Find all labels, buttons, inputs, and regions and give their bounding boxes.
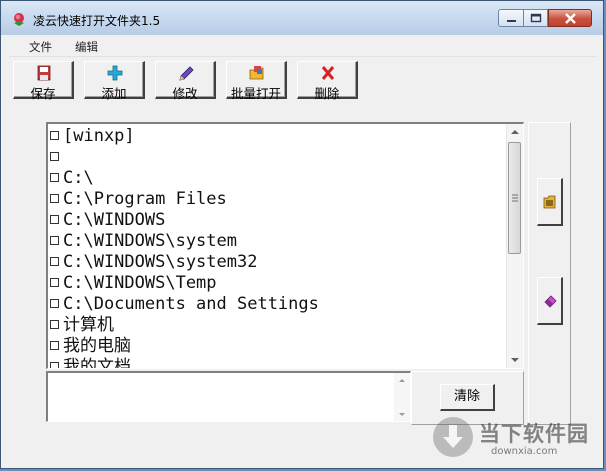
add-button[interactable]: 添加 <box>84 61 145 101</box>
add-label: 添加 <box>101 86 127 101</box>
input-textarea[interactable] <box>46 371 411 422</box>
minimize-icon <box>507 20 516 22</box>
minimize-button[interactable] <box>498 9 524 27</box>
open-folder-side-button[interactable] <box>537 178 563 226</box>
list-item[interactable]: C:\ <box>50 168 94 189</box>
list-item[interactable]: C:\WINDOWS\Temp <box>50 273 217 294</box>
title-bar[interactable]: 凌云快速打开文件夹1.5 <box>1 1 603 35</box>
maximize-icon <box>530 13 542 23</box>
menu-file[interactable]: 文件 <box>29 39 52 55</box>
menu-bar: 文件 编辑 <box>9 36 597 57</box>
open-folder-icon <box>249 66 264 80</box>
modify-button[interactable]: 修改 <box>155 61 216 101</box>
modify-label: 修改 <box>172 86 198 101</box>
delete-label: 删除 <box>314 86 340 101</box>
list-item[interactable] <box>50 147 63 168</box>
download-logo-icon <box>433 417 473 457</box>
checkbox[interactable] <box>50 152 59 161</box>
folder-listbox[interactable]: [winxp] C:\ C:\Program Files C:\WINDOWS … <box>46 122 524 369</box>
watermark-text: 当下软件园 <box>479 422 589 446</box>
batch-open-button[interactable]: 批量打开 <box>226 61 287 101</box>
grip-icon <box>512 194 518 202</box>
list-item[interactable]: 计算机 <box>50 315 114 336</box>
toolbar: 保存 添加 修改 批量打开 删除 <box>9 58 597 102</box>
save-button[interactable]: 保存 <box>13 61 74 101</box>
menu-edit[interactable]: 编辑 <box>75 39 98 55</box>
client-area: [winxp] C:\ C:\Program Files C:\WINDOWS … <box>9 102 597 462</box>
save-label: 保存 <box>30 86 56 101</box>
list-item[interactable]: C:\WINDOWS <box>50 210 165 231</box>
side-panel <box>528 122 571 425</box>
maximize-button[interactable] <box>524 9 548 27</box>
checkbox[interactable] <box>50 236 59 245</box>
list-item[interactable]: 我的电脑 <box>50 336 131 357</box>
checkbox[interactable] <box>50 257 59 266</box>
pencil-icon <box>179 66 194 81</box>
folder-open-icon <box>543 195 556 209</box>
list-item[interactable]: [winxp] <box>50 126 135 147</box>
close-icon <box>565 13 576 24</box>
checkbox[interactable] <box>50 173 59 182</box>
plus-icon <box>107 65 123 81</box>
checkbox[interactable] <box>50 215 59 224</box>
checkbox[interactable] <box>50 131 59 140</box>
delete-button[interactable]: 删除 <box>297 61 358 101</box>
floppy-icon <box>37 65 51 81</box>
checkbox[interactable] <box>50 278 59 287</box>
close-button[interactable] <box>548 9 592 27</box>
scroll-down-icon[interactable] <box>507 351 523 368</box>
app-window: 凌云快速打开文件夹1.5 文件 编辑 保存 添加 修改 批量打开 删除 [win… <box>0 0 604 469</box>
textarea-scrollbar[interactable] <box>394 373 410 421</box>
watermark-url: downxia.com <box>491 446 558 457</box>
clear-button[interactable]: 清除 <box>440 384 495 411</box>
checkbox[interactable] <box>50 299 59 308</box>
window-title: 凌云快速打开文件夹1.5 <box>33 14 161 28</box>
eraser-icon <box>544 295 557 308</box>
rose-app-icon <box>14 13 24 26</box>
textarea-scroll-arrows-icon <box>399 379 405 416</box>
scroll-up-icon[interactable] <box>507 124 523 141</box>
list-item[interactable]: C:\WINDOWS\system <box>50 231 237 252</box>
delete-x-icon <box>321 66 335 80</box>
list-item[interactable]: C:\Documents and Settings <box>50 294 319 315</box>
scrollbar-thumb[interactable] <box>508 142 521 254</box>
eraser-side-button[interactable] <box>537 277 563 325</box>
checkbox[interactable] <box>50 194 59 203</box>
list-scrollbar[interactable] <box>506 124 523 368</box>
batch-open-label: 批量打开 <box>230 86 281 101</box>
list-item[interactable]: C:\WINDOWS\system32 <box>50 252 257 273</box>
checkbox[interactable] <box>50 362 59 368</box>
watermark: 当下软件园 downxia.com <box>431 413 601 463</box>
checkbox[interactable] <box>50 320 59 329</box>
checkbox[interactable] <box>50 341 59 350</box>
list-item[interactable]: C:\Program Files <box>50 189 227 210</box>
list-item[interactable]: 我的文档 <box>50 357 131 368</box>
